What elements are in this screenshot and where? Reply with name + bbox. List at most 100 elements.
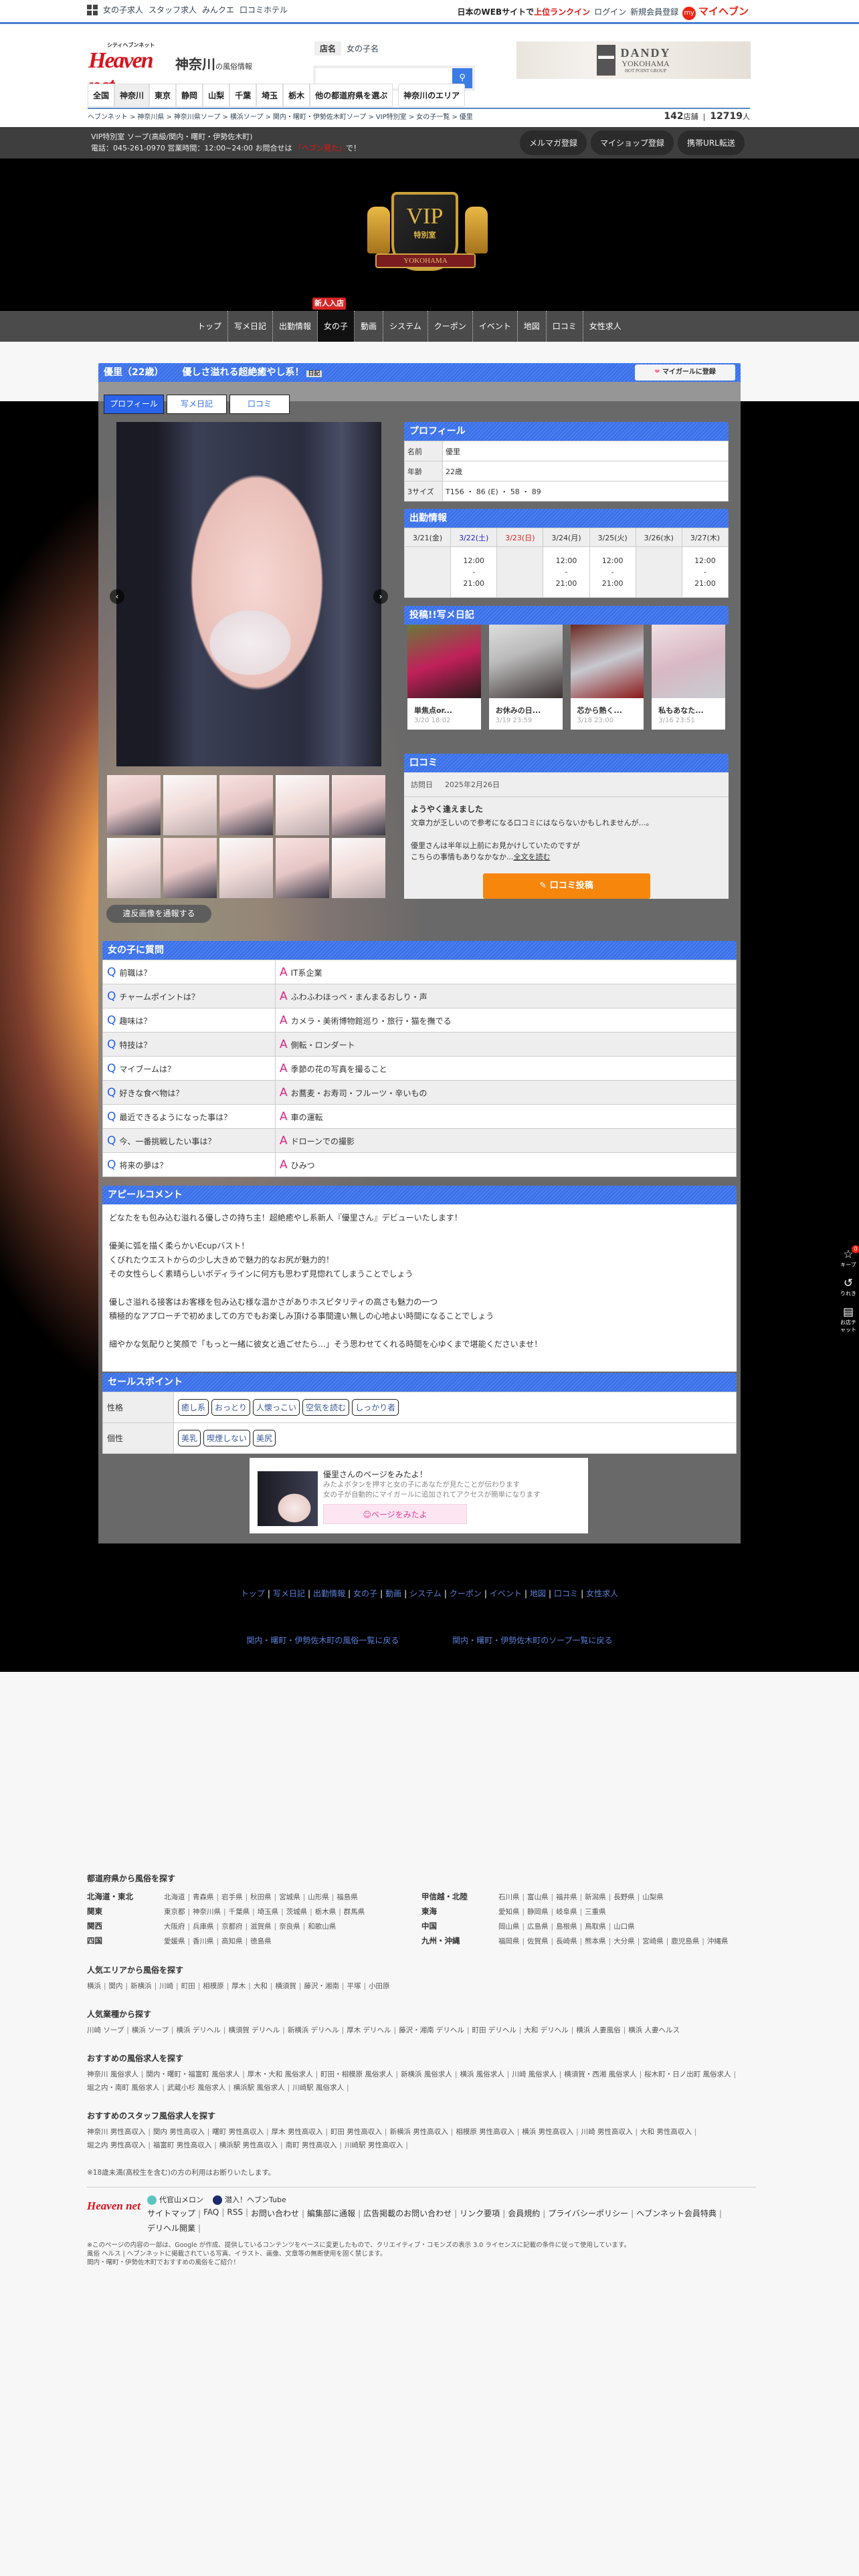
pref-tab[interactable]: 山梨 [203,84,230,107]
pref-tab[interactable]: 栃木 [283,84,310,107]
diary-photo[interactable] [570,625,644,698]
footer-link[interactable]: 藤沢・湘南 [304,1981,347,1991]
prefecture-link[interactable]: 岡山県 [498,1921,527,1931]
prefecture-link[interactable]: 秋田県 [250,1892,279,1902]
footer-bottom-link[interactable]: サイトマップ [147,2208,203,2219]
footer-nav-link[interactable]: システム [409,1589,442,1598]
keep-button[interactable]: ☆ 0 キープ [838,1245,859,1269]
footer-bottom-link[interactable]: 会員規約 [508,2208,548,2219]
breadcrumb-item[interactable]: 横浜ソープ > [230,111,271,121]
girl-main-photo[interactable]: ‹ › [110,422,388,766]
prefecture-link[interactable]: 山梨県 [642,1892,669,1902]
prefecture-link[interactable]: 埼玉県 [258,1907,286,1917]
footer-link[interactable]: 横浜 風俗求人 [460,2069,512,2079]
prefecture-link[interactable]: 兵庫県 [193,1921,221,1931]
diary-photo[interactable] [488,625,563,698]
footer-link[interactable]: 関内 男性高収入 [153,2127,212,2137]
footer-link[interactable]: 新横浜 デリヘル [288,2025,347,2035]
back-to-fuzoku-list[interactable]: 関内・曙町・伊勢佐木町の風俗一覧に戻る [246,1636,399,1645]
prefecture-link[interactable]: 熊本県 [585,1936,613,1946]
pref-tab[interactable]: 埼玉 [256,84,284,107]
search-tab-shop[interactable]: 店名 [314,41,342,56]
prefecture-link[interactable]: 神奈川県 [193,1907,229,1917]
prefecture-link[interactable]: 福井県 [556,1892,585,1902]
nav-item[interactable]: 出勤情報 [273,311,318,342]
breadcrumb-item[interactable]: VIP特別室 > [376,111,414,121]
footer-link[interactable]: 相模原 [203,1981,231,1991]
prefecture-link[interactable]: 長野県 [613,1892,642,1902]
footer-link[interactable]: 川崎駅 風俗求人 [292,2082,351,2092]
footer-link[interactable]: 福富町 男性高収入 [153,2140,219,2150]
prefecture-link[interactable]: 岩手県 [221,1892,250,1902]
prefecture-link[interactable]: 愛知県 [498,1907,527,1917]
photo-thumbnail[interactable] [219,775,273,835]
pref-tab[interactable]: 東京 [149,84,177,107]
photo-thumbnail[interactable] [163,775,217,835]
footer-bottom-link[interactable]: ヘブンネット会員特典 [636,2208,725,2219]
photo-thumbnail[interactable] [276,838,329,898]
breadcrumb-item[interactable]: ヘブンネット > [88,111,135,121]
nav-item[interactable]: イベント [473,311,518,342]
footer-link[interactable]: 神奈川 男性高収入 [87,2127,153,2137]
nav-item[interactable]: トップ [191,311,229,342]
prefecture-link[interactable]: 宮崎県 [642,1936,671,1946]
top-link[interactable]: スタッフ求人 [149,4,197,15]
footer-link[interactable]: 関内 [109,1981,131,1991]
login-link[interactable]: ログイン [594,6,626,17]
prefecture-link[interactable]: 滋賀県 [250,1921,279,1931]
prefecture-link[interactable]: 三重県 [585,1907,611,1917]
back-to-soap-list[interactable]: 関内・曙町・伊勢佐木町のソープ一覧に戻る [452,1636,612,1645]
pref-tab[interactable]: 静岡 [176,84,203,107]
prefecture-link[interactable]: 千葉県 [229,1907,258,1917]
prefecture-link[interactable]: 福岡県 [498,1936,527,1946]
myshop-button[interactable]: マイショップ登録 [591,130,674,155]
next-arrow-icon[interactable]: › [373,589,388,604]
diary-title[interactable]: 単焦点or... [407,698,481,717]
footer-link[interactable]: 藤沢・湘南 デリヘル [399,2025,472,2035]
nav-item[interactable]: 地図 [518,311,547,342]
footer-link[interactable]: 厚木 デリヘル [347,2025,399,2035]
partner-heaventube[interactable]: 潜入！ヘブンTube [213,2194,286,2205]
diary-photo[interactable] [652,625,725,698]
prefecture-link[interactable]: 栃木県 [315,1907,344,1917]
footer-link[interactable]: 厚木 [231,1981,254,1991]
prefecture-link[interactable]: 鹿児島県 [671,1936,707,1946]
footer-nav-link[interactable]: 地図 [530,1589,546,1598]
mail-magazine-button[interactable]: メルマガ登録 [520,130,587,155]
footer-link[interactable]: 新横浜 風俗求人 [401,2069,460,2079]
footer-link[interactable]: 大和 [254,1981,276,1991]
prefecture-link[interactable]: 青森県 [193,1892,221,1902]
prefecture-link[interactable]: 高知県 [221,1936,250,1946]
footer-link[interactable]: 横浜 男性高収入 [522,2127,581,2137]
nav-item[interactable]: システム [383,311,428,342]
partner-melon[interactable]: 代官山メロン [147,2194,203,2205]
post-review-button[interactable]: ✎ 口コミ投稿 [482,873,650,899]
prefecture-link[interactable]: 島根県 [556,1921,585,1931]
footer-link[interactable]: 堀之内・南町 風俗求人 [87,2082,167,2092]
report-image-button[interactable]: 違反画像を通報する [106,905,211,923]
footer-link[interactable]: 小田原 [369,1981,395,1991]
footer-link[interactable]: 厚木・大和 風俗求人 [248,2069,320,2079]
prefecture-link[interactable]: 茨城県 [286,1907,315,1917]
diary-title[interactable]: お休みの日... [489,698,563,717]
photo-thumbnail[interactable] [332,838,385,898]
menu-grid-icon[interactable] [87,4,98,15]
top-link[interactable]: みんクエ [202,4,234,15]
footer-link[interactable]: 横須賀・西湘 風俗求人 [564,2069,644,2079]
footer-link[interactable]: 関内・曙町・福富町 風俗求人 [146,2069,247,2079]
top-link[interactable]: 女の子求人 [103,4,143,15]
prefecture-link[interactable]: 静岡県 [527,1907,556,1917]
nav-item[interactable]: 動画 [355,311,384,342]
prefecture-link[interactable]: 京都府 [221,1921,250,1931]
footer-link[interactable]: 横須賀 デリヘル [228,2025,287,2035]
photo-thumbnail[interactable] [276,775,329,835]
diary-item[interactable]: 私もあなた... 3/16 23:51 [652,625,725,730]
footer-nav-link[interactable]: 女の子 [353,1589,377,1598]
prefecture-link[interactable]: 福島県 [337,1892,363,1902]
photo-thumbnail[interactable] [107,775,161,835]
footer-link[interactable]: 横浜 [87,1981,109,1991]
prefecture-link[interactable]: 香川県 [193,1936,221,1946]
footer-nav-link[interactable]: 口コミ [554,1589,578,1598]
footer-link[interactable]: 川崎 風俗求人 [512,2069,564,2079]
history-button[interactable]: ↺ りれき [838,1277,858,1297]
